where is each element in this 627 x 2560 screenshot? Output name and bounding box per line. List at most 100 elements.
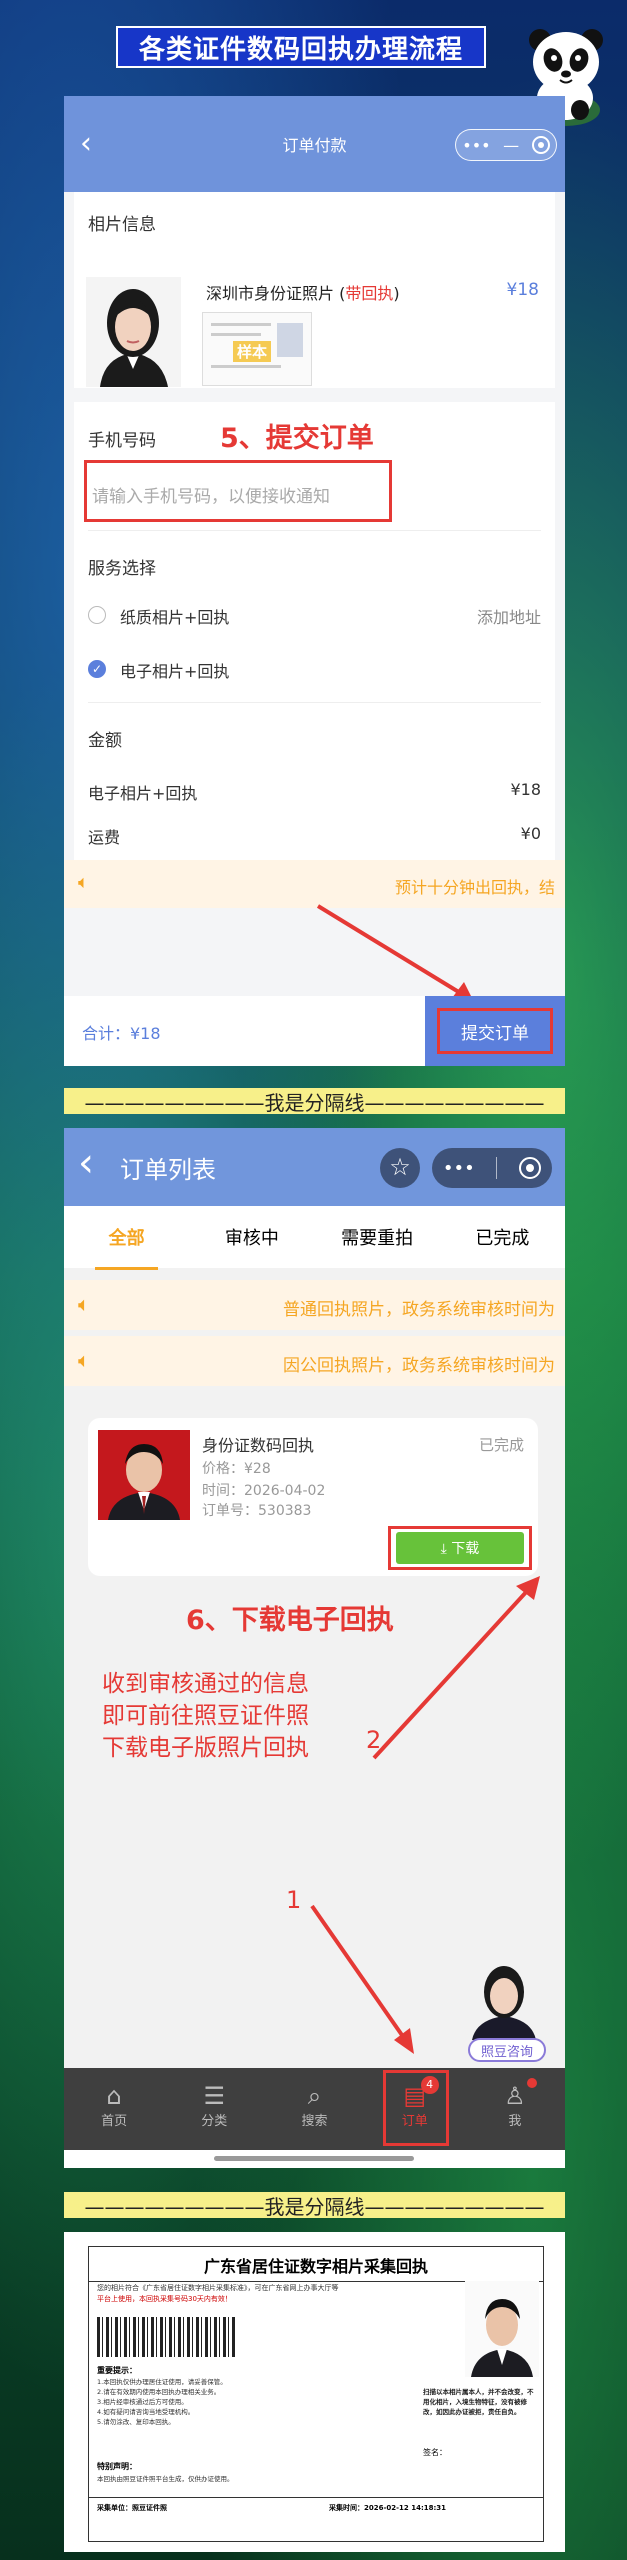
shipping-row: 运费 ¥0 — [74, 812, 555, 860]
orders-tab-highlight — [382, 2070, 449, 2146]
page-title: 各类证件数码回执办理流程 — [116, 26, 486, 68]
note-line: 1.本回执仅供办理居住证使用，请妥善保管。 — [97, 2378, 227, 2386]
portrait-photo — [86, 277, 181, 387]
receipt-photo — [465, 2281, 539, 2377]
order-number: 订单号：530383 — [202, 1503, 312, 1519]
notice-bar-1: 🔈︎ 普通回执照片，政务系统审核时间为 — [64, 1280, 565, 1330]
id-card-sample: 样本 — [202, 312, 312, 386]
product-name-open: ( — [334, 284, 346, 303]
product-price: ¥18 — [506, 280, 539, 300]
sample-watermark: 样本 — [233, 341, 272, 362]
phone-input[interactable]: 请输入手机号码，以便接收通知 — [92, 482, 330, 507]
phone-label: 手机号码 — [88, 431, 156, 451]
amount-label: 金额 — [88, 731, 122, 751]
consult-button[interactable]: 照豆咨询 — [468, 2038, 546, 2062]
receipt-footer-left: 采集单位：照豆证件照 — [97, 2504, 167, 2512]
order-badge: 4 — [420, 2076, 439, 2094]
consult-widget[interactable]: 照豆咨询 — [462, 1954, 546, 2064]
tab-all-label: 全部 — [108, 1228, 145, 1249]
intro-line: 您的相片符合《广东省居住证数字相片采集标准》，可在广东省网上办事大厅等 — [97, 2284, 339, 2292]
radio-paper[interactable] — [88, 606, 106, 624]
arrow-to-orders-tab — [310, 1904, 414, 2054]
tab-home-label: 首页 — [101, 2114, 128, 2129]
order-photo — [98, 1430, 190, 1520]
separator — [88, 702, 541, 703]
user-icon: ♙ — [504, 2082, 526, 2110]
hint-line: 即可前往照豆证件照 — [102, 1703, 309, 1729]
tab-completed[interactable]: 已完成 — [440, 1224, 565, 1250]
home-indicator-area — [64, 2150, 565, 2168]
close-capsule-icon[interactable] — [531, 136, 550, 154]
receipt-notes: 1.本回执仅供办理居住证使用，请妥善保管。 2.请在有效期内使用本回执办理相关业… — [97, 2377, 397, 2427]
receipt-frame: 广东省居住证数字相片采集回执 您的相片符合《广东省居住证数字相片采集标准》，可在… — [88, 2246, 544, 2542]
tab-search-label: 搜索 — [301, 2114, 328, 2129]
tab-me[interactable]: ♙ 我 — [465, 2068, 565, 2150]
bottom-bar: 合计：¥18 提交订单 — [64, 996, 565, 1066]
step5-annotation: 5、提交订单 — [220, 423, 374, 454]
me-dot — [526, 2078, 537, 2088]
receipt-right-note: 扫描以本相片属本人，并不会改变，不用化相片，入境生物特征，没有被修改，如因此办证… — [423, 2388, 534, 2416]
tab-home[interactable]: ⌂ 首页 — [64, 2068, 164, 2150]
order-card[interactable]: 身份证数码回执 已完成 价格：¥28 时间：2026-04-02 订单号：530… — [88, 1418, 538, 1576]
product-name: 深圳市身份证照片 (带回执) — [206, 280, 400, 304]
home-icon: ⌂ — [106, 2082, 122, 2110]
download-button[interactable]: ⤓ 下载 — [396, 1532, 524, 1564]
note-line: 3.相片经审核通过后方可使用。 — [97, 2398, 188, 2406]
note-line: 5.请勿涂改、复印本回执。 — [97, 2418, 175, 2426]
option-paper[interactable]: 纸质相片+回执 — [120, 604, 229, 628]
receipt-title: 广东省居住证数字相片采集回执 — [89, 2253, 543, 2282]
notice-text-2: 因公回执照片，政务系统审核时间为 — [283, 1356, 555, 1376]
hint-line: 下载电子版照片回执 — [102, 1735, 309, 1761]
notes-title: 重要提示： — [97, 2366, 137, 2375]
order-price: 价格：¥28 — [202, 1461, 271, 1477]
back-button[interactable]: ‹ — [78, 1140, 94, 1186]
tab-reviewing[interactable]: 审核中 — [189, 1224, 314, 1250]
order-form-card: 手机号码 5、提交订单 请输入手机号码，以便接收通知 服务选择 纸质相片+回执 … — [74, 402, 555, 812]
more-button[interactable]: ••• — [443, 1158, 475, 1179]
close-capsule-icon[interactable] — [519, 1157, 542, 1179]
intro-line: 平台上使用，本回执采集号码30天内有效！ — [97, 2295, 232, 2303]
search-icon: ⌕ — [307, 2082, 322, 2110]
special-text: 本回执由照豆证件照平台生成，仅供办证使用。 — [97, 2475, 234, 2483]
tab-orders[interactable]: 4 ▤ 订单 — [365, 2068, 465, 2150]
submit-order-button[interactable]: 提交订单 — [437, 1008, 553, 1054]
radio-electronic[interactable]: ✓ — [88, 660, 106, 678]
shipping-value: ¥0 — [520, 824, 541, 843]
mini-program-capsule: ••• — [432, 1148, 552, 1188]
product-name-text: 深圳市身份证照片 — [206, 284, 335, 303]
speaker-icon: 🔈︎ — [78, 872, 89, 893]
order-title: 身份证数码回执 — [202, 1436, 315, 1455]
step-number-2: 2 — [366, 1726, 382, 1754]
home-indicator — [214, 2156, 414, 2161]
step6-annotation: 6、下载电子回执 — [186, 1605, 394, 1636]
notice-text-1: 普通回执照片，政务系统审核时间为 — [283, 1300, 555, 1320]
photo-info-label: 相片信息 — [88, 215, 156, 235]
hint-line: 收到审核通过的信息 — [102, 1671, 309, 1697]
tab-search[interactable]: ⌕ 搜索 — [264, 2068, 364, 2150]
category-icon: ☰ — [203, 2082, 226, 2110]
separator — [88, 530, 541, 531]
speaker-icon: 🔈︎ — [78, 1292, 90, 1316]
divider-bar: —————————我是分隔线————————— — [64, 1088, 565, 1115]
product-name-close: ) — [393, 284, 400, 303]
tab-all[interactable]: 全部 — [64, 1224, 189, 1270]
receipt-document: 广东省居住证数字相片采集回执 您的相片符合《广东省居住证数字相片采集标准》，可在… — [64, 2232, 565, 2552]
receipt-barcode — [97, 2317, 237, 2357]
tab-me-label: 我 — [508, 2114, 522, 2129]
tab-category-label: 分类 — [201, 2114, 228, 2129]
amount-line1-label: 电子相片+回执 — [88, 784, 198, 803]
tab-retake[interactable]: 需要重拍 — [315, 1224, 440, 1250]
notice-bar: 🔈︎ 预计十分钟出回执，结 — [64, 860, 565, 908]
tab-category[interactable]: ☰ 分类 — [164, 2068, 264, 2150]
option-electronic[interactable]: 电子相片+回执 — [120, 658, 229, 682]
star-icon[interactable]: ☆ — [380, 1148, 420, 1188]
minimize-button[interactable]: — — [503, 136, 519, 155]
separator — [89, 2497, 543, 2498]
total-amount: 合计：¥18 — [82, 1024, 161, 1043]
add-address-link[interactable]: 添加地址 — [477, 604, 541, 628]
receipt-footer-right: 采集时间：2026-02-12 14:18:31 — [329, 2504, 447, 2512]
speaker-icon: 🔈︎ — [78, 1348, 90, 1372]
receipt-sign: 签名： — [423, 2448, 447, 2457]
amount-line1-value: ¥18 — [510, 780, 541, 799]
more-button[interactable]: ••• — [462, 136, 490, 155]
